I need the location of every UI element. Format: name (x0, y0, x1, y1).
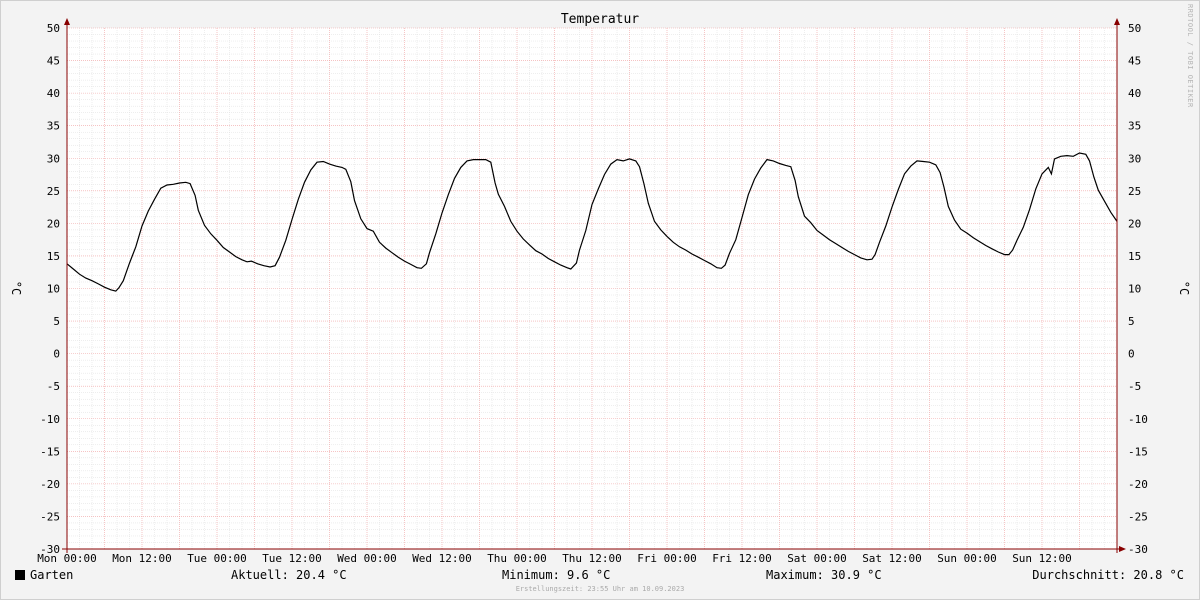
y-tick-label-left: 40 (47, 87, 60, 100)
y-tick-label-right: 20 (1128, 217, 1141, 230)
y-tick-label-left: 35 (47, 120, 60, 133)
y-tick-label-right: -25 (1128, 510, 1148, 523)
temperature-chart: -30-25-20-15-10-505101520253035404550 -3… (9, 12, 1191, 565)
x-tick-label: Thu 12:00 (562, 552, 622, 565)
y-tick-label-left: -20 (40, 478, 60, 491)
y-tick-label-right: -10 (1128, 413, 1148, 426)
y-tick-label-right: 10 (1128, 283, 1141, 296)
y-tick-label-left: 50 (47, 22, 60, 35)
y-tick-label-left: -15 (40, 445, 60, 458)
y-tick-label-left: 20 (47, 217, 60, 230)
y-tick-labels-right: -30 -25 -20 -15 -10 -5 0 5 10 15 20 25 30 35 40 45 50 (1128, 22, 1148, 556)
y-tick-label-left: -10 (40, 413, 60, 426)
x-tick-label: Sun 12:00 (1012, 552, 1072, 565)
x-tick-label: Fri 12:00 (712, 552, 772, 565)
stat-average: Durchschnitt: 20.8 °C (1032, 568, 1184, 582)
y-tick-label-left: -25 (40, 510, 60, 523)
legend-label: Garten (30, 568, 74, 582)
y-tick-label-left: 10 (47, 283, 60, 296)
x-tick-labels: Mon 00:00 Mon 12:00 Tue 00:00 Tue 12:00 Wed … (37, 552, 1072, 565)
y-tick-label-right: 0 (1128, 348, 1135, 361)
x-tick-label: Wed 12:00 (412, 552, 472, 565)
x-tick-label: Sun 00:00 (937, 552, 997, 565)
x-tick-label: Sat 12:00 (862, 552, 922, 565)
y-tick-label-right: 40 (1128, 87, 1141, 100)
y-tick-label-right: -5 (1128, 380, 1141, 393)
y-axis-arrow-right-icon (1114, 18, 1120, 25)
y-axis-arrow-left-icon (64, 18, 70, 25)
stat-maximum: Maximum: 30.9 °C (766, 568, 882, 582)
y-axis-label-right: °C (1177, 281, 1191, 295)
y-tick-label-left: 25 (47, 185, 60, 198)
stat-current: Aktuell: 20.4 °C (231, 568, 347, 582)
x-tick-label: Mon 00:00 (37, 552, 97, 565)
x-tick-label: Wed 00:00 (337, 552, 397, 565)
y-tick-label-left: 15 (47, 250, 60, 263)
y-tick-label-right: 30 (1128, 152, 1141, 165)
y-tick-labels-left: -30-25-20-15-10-505101520253035404550 (40, 22, 60, 556)
y-tick-label-right: -20 (1128, 478, 1148, 491)
x-tick-label: Thu 00:00 (487, 552, 547, 565)
legend-swatch (15, 570, 25, 580)
y-tick-label-left: 45 (47, 55, 60, 68)
x-tick-label: Fri 00:00 (637, 552, 697, 565)
x-tick-label: Tue 00:00 (187, 552, 247, 565)
x-tick-label: Mon 12:00 (112, 552, 172, 565)
y-tick-label-right: 15 (1128, 250, 1141, 263)
y-tick-label-right: 25 (1128, 185, 1141, 198)
stat-minimum: Minimum: 9.6 °C (502, 568, 611, 582)
y-tick-label-right: 35 (1128, 120, 1141, 133)
x-tick-label: Sat 00:00 (787, 552, 847, 565)
y-tick-label-left: 0 (53, 348, 60, 361)
y-tick-label-left: 5 (53, 315, 60, 328)
x-tick-label: Tue 12:00 (262, 552, 322, 565)
y-tick-label-left: 30 (47, 152, 60, 165)
y-axis-label-left: °C (9, 281, 23, 295)
y-tick-label-right: 45 (1128, 55, 1141, 68)
y-tick-label-right: -15 (1128, 445, 1148, 458)
chart-title: Temperatur (561, 12, 639, 27)
y-tick-label-right: -30 (1128, 543, 1148, 556)
y-tick-label-left: -5 (47, 380, 60, 393)
x-axis-arrow-icon (1119, 546, 1126, 552)
creation-timestamp: Erstellungszeit: 23:55 Uhr am 10.09.2023 (515, 585, 685, 593)
y-tick-label-right: 50 (1128, 22, 1141, 35)
y-tick-label-right: 5 (1128, 315, 1135, 328)
watermark: RRDTOOL / TOBI OETIKER (1186, 4, 1194, 108)
